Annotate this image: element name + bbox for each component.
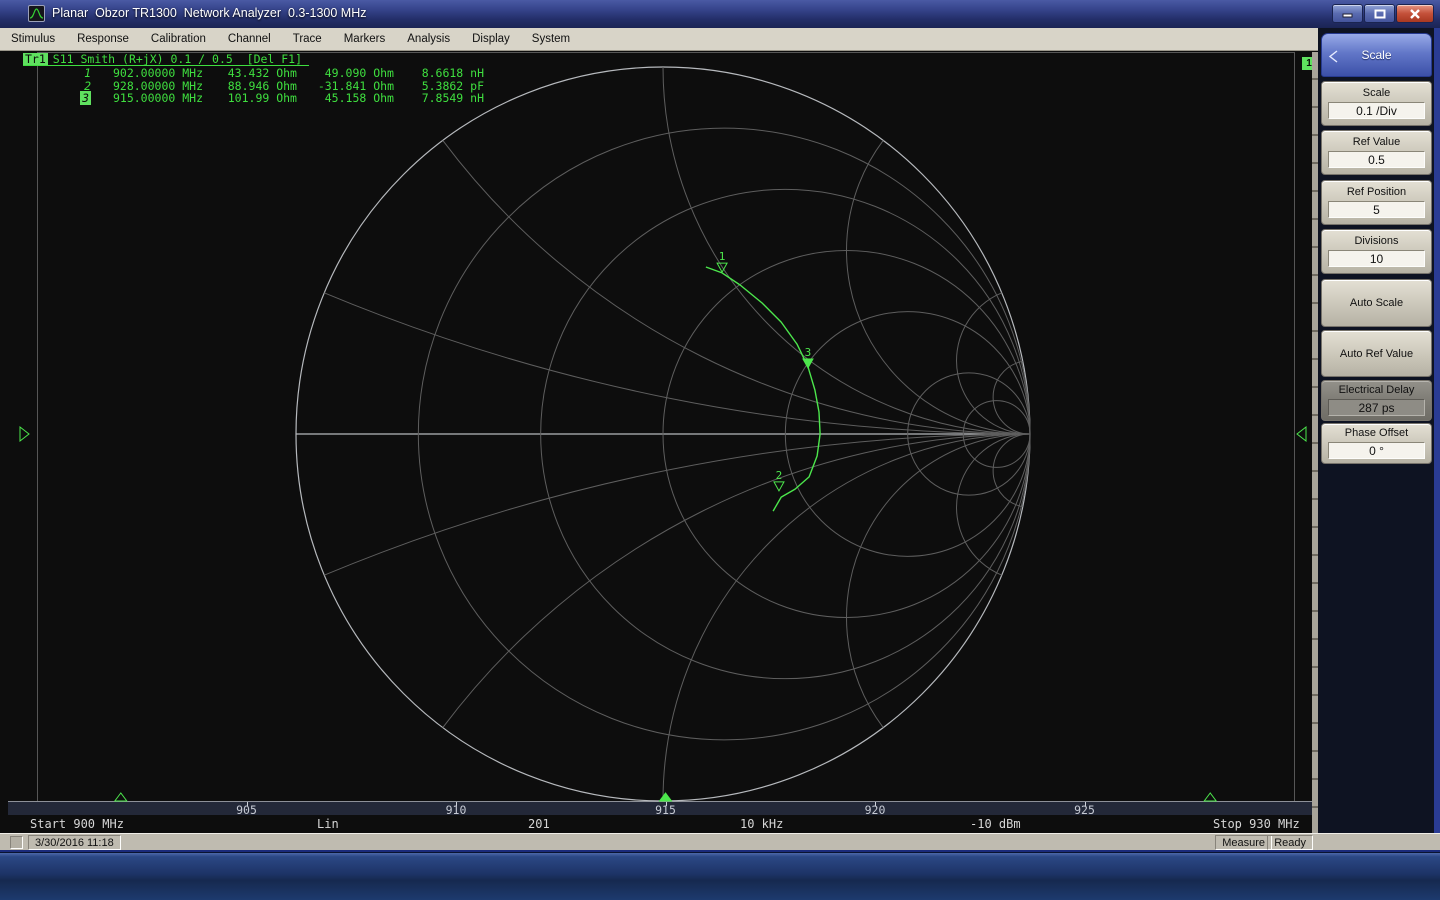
softkey-header-label: Scale xyxy=(1361,48,1391,62)
taskbar: 1 10 xyxy=(0,852,1440,900)
softkey-auto-scale[interactable]: Auto Scale xyxy=(1321,279,1432,327)
smith-reactance-arc xyxy=(957,434,1030,575)
smith-reactance-arc xyxy=(847,434,1031,728)
status-ready: Ready xyxy=(1267,835,1313,850)
marker-2-label: 2 xyxy=(776,469,783,482)
softkey-auto-ref-value[interactable]: Auto Ref Value xyxy=(1321,330,1432,377)
softkey-ref-position[interactable]: Ref Position 5 xyxy=(1321,180,1432,225)
smith-chart: 1 2 3 xyxy=(0,0,1440,852)
softkey-divisions[interactable]: Divisions 10 xyxy=(1321,229,1432,274)
softkey-scale-value[interactable]: 0.1 /Div xyxy=(1328,102,1425,119)
ref-position-left-indicator xyxy=(20,427,29,441)
status-indicator-box xyxy=(10,836,23,849)
status-measure: Measure xyxy=(1215,835,1272,850)
softkey-scale[interactable]: Scale 0.1 /Div xyxy=(1321,81,1432,126)
screen: Planar Obzor TR1300 Network Analyzer 0.3… xyxy=(0,0,1440,900)
marker-3-label: 3 xyxy=(805,346,812,359)
marker-2-triangle[interactable] xyxy=(774,482,784,491)
softkey-phase-offset-value[interactable]: 0 ° xyxy=(1328,442,1425,459)
softkey-electrical-delay[interactable]: Electrical Delay 287 ps xyxy=(1321,380,1432,421)
s11-trace xyxy=(706,267,820,511)
softkey-ref-value[interactable]: Ref Value 0.5 xyxy=(1321,130,1432,175)
marker-3-triangle[interactable] xyxy=(803,359,813,368)
marker-3-stimulus-indicator[interactable] xyxy=(660,793,672,801)
softkey-phase-offset[interactable]: Phase Offset 0 ° xyxy=(1321,423,1432,464)
softkey-ref-value-value[interactable]: 0.5 xyxy=(1328,151,1425,168)
marker-1-stimulus-indicator[interactable] xyxy=(115,793,127,801)
smith-reactance-arc xyxy=(957,293,1030,434)
back-arrow-icon xyxy=(1329,50,1338,63)
ref-position-right-indicator xyxy=(1297,427,1306,441)
softkey-header[interactable]: Scale xyxy=(1321,33,1432,77)
status-bar: 3/30/2016 11:18 Measure Ready xyxy=(0,833,1440,852)
softkey-divisions-value[interactable]: 10 xyxy=(1328,250,1425,267)
softkey-ref-position-value[interactable]: 5 xyxy=(1328,201,1425,218)
softkey-panel: Scale Scale 0.1 /Div Ref Value 0.5 Ref P… xyxy=(1318,28,1436,833)
marker-1-label: 1 xyxy=(719,250,726,263)
window-border-right xyxy=(1434,28,1440,852)
marker-2-stimulus-indicator[interactable] xyxy=(1204,793,1216,801)
smith-reactance-arc xyxy=(847,140,1031,434)
status-datetime: 3/30/2016 11:18 xyxy=(28,835,121,850)
softkey-electrical-delay-value[interactable]: 287 ps xyxy=(1328,399,1425,416)
